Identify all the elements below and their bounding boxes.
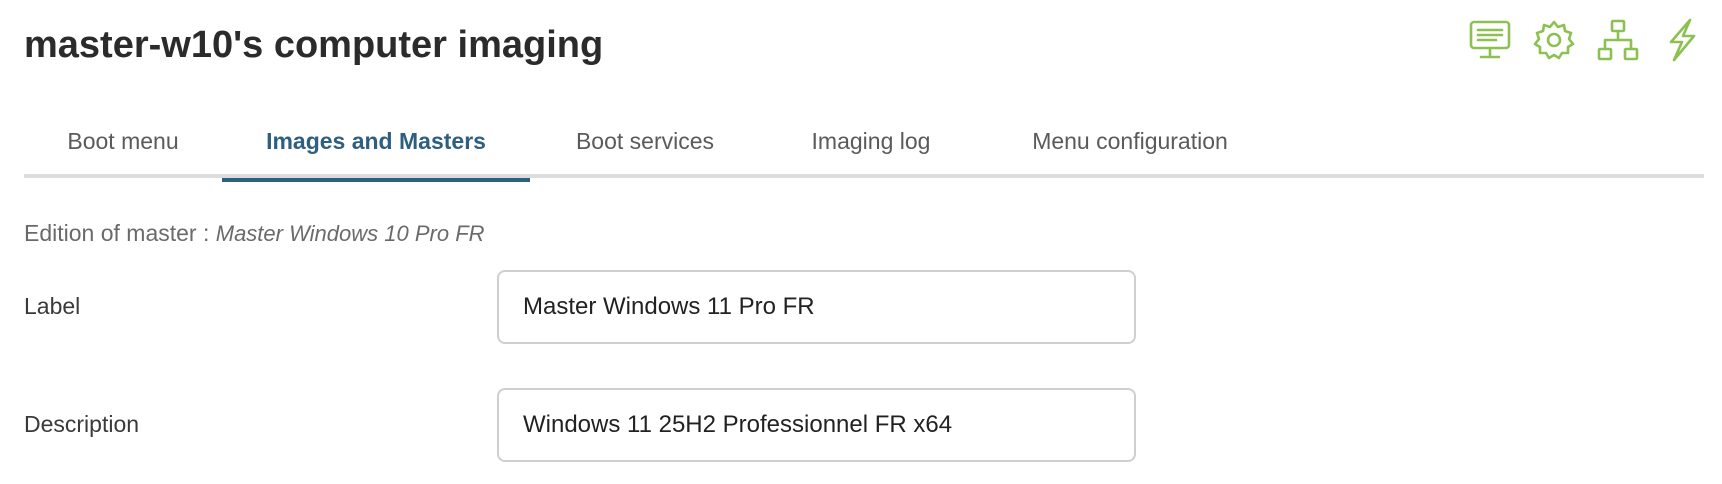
software-deployment-button[interactable] (1532, 18, 1576, 62)
toolbar (1468, 18, 1704, 62)
label-field-label: Label (24, 293, 81, 319)
page-title: master-w10's computer imaging (24, 24, 604, 66)
gear-icon (1533, 20, 1575, 60)
computer-inventory-button[interactable] (1468, 18, 1512, 62)
edited-master-name: Master Windows 10 Pro FR (215, 221, 485, 246)
network-icon (1597, 19, 1639, 61)
description-field-label: Description (24, 411, 140, 437)
tab-menu-configuration[interactable]: Menu configuration (982, 110, 1278, 178)
quick-action-button[interactable] (1660, 18, 1704, 62)
edition-prefix: Edition of master : (24, 220, 216, 246)
network-button[interactable] (1596, 18, 1640, 62)
page: master-w10's computer imaging Boot menu … (0, 0, 1722, 484)
tab-boot-menu[interactable]: Boot menu (24, 110, 222, 178)
tab-images-and-masters[interactable]: Images and Masters (222, 110, 530, 182)
description-input[interactable] (497, 388, 1136, 462)
edition-heading: Edition of master : Master Windows 10 Pr… (24, 220, 485, 247)
tab-imaging-log[interactable]: Imaging log (760, 110, 982, 178)
lightning-icon (1669, 18, 1696, 62)
tab-boot-services[interactable]: Boot services (530, 110, 760, 178)
monitor-icon (1469, 20, 1511, 59)
label-input[interactable] (497, 270, 1136, 344)
imaging-tabs: Boot menu Images and Masters Boot servic… (24, 110, 1704, 182)
